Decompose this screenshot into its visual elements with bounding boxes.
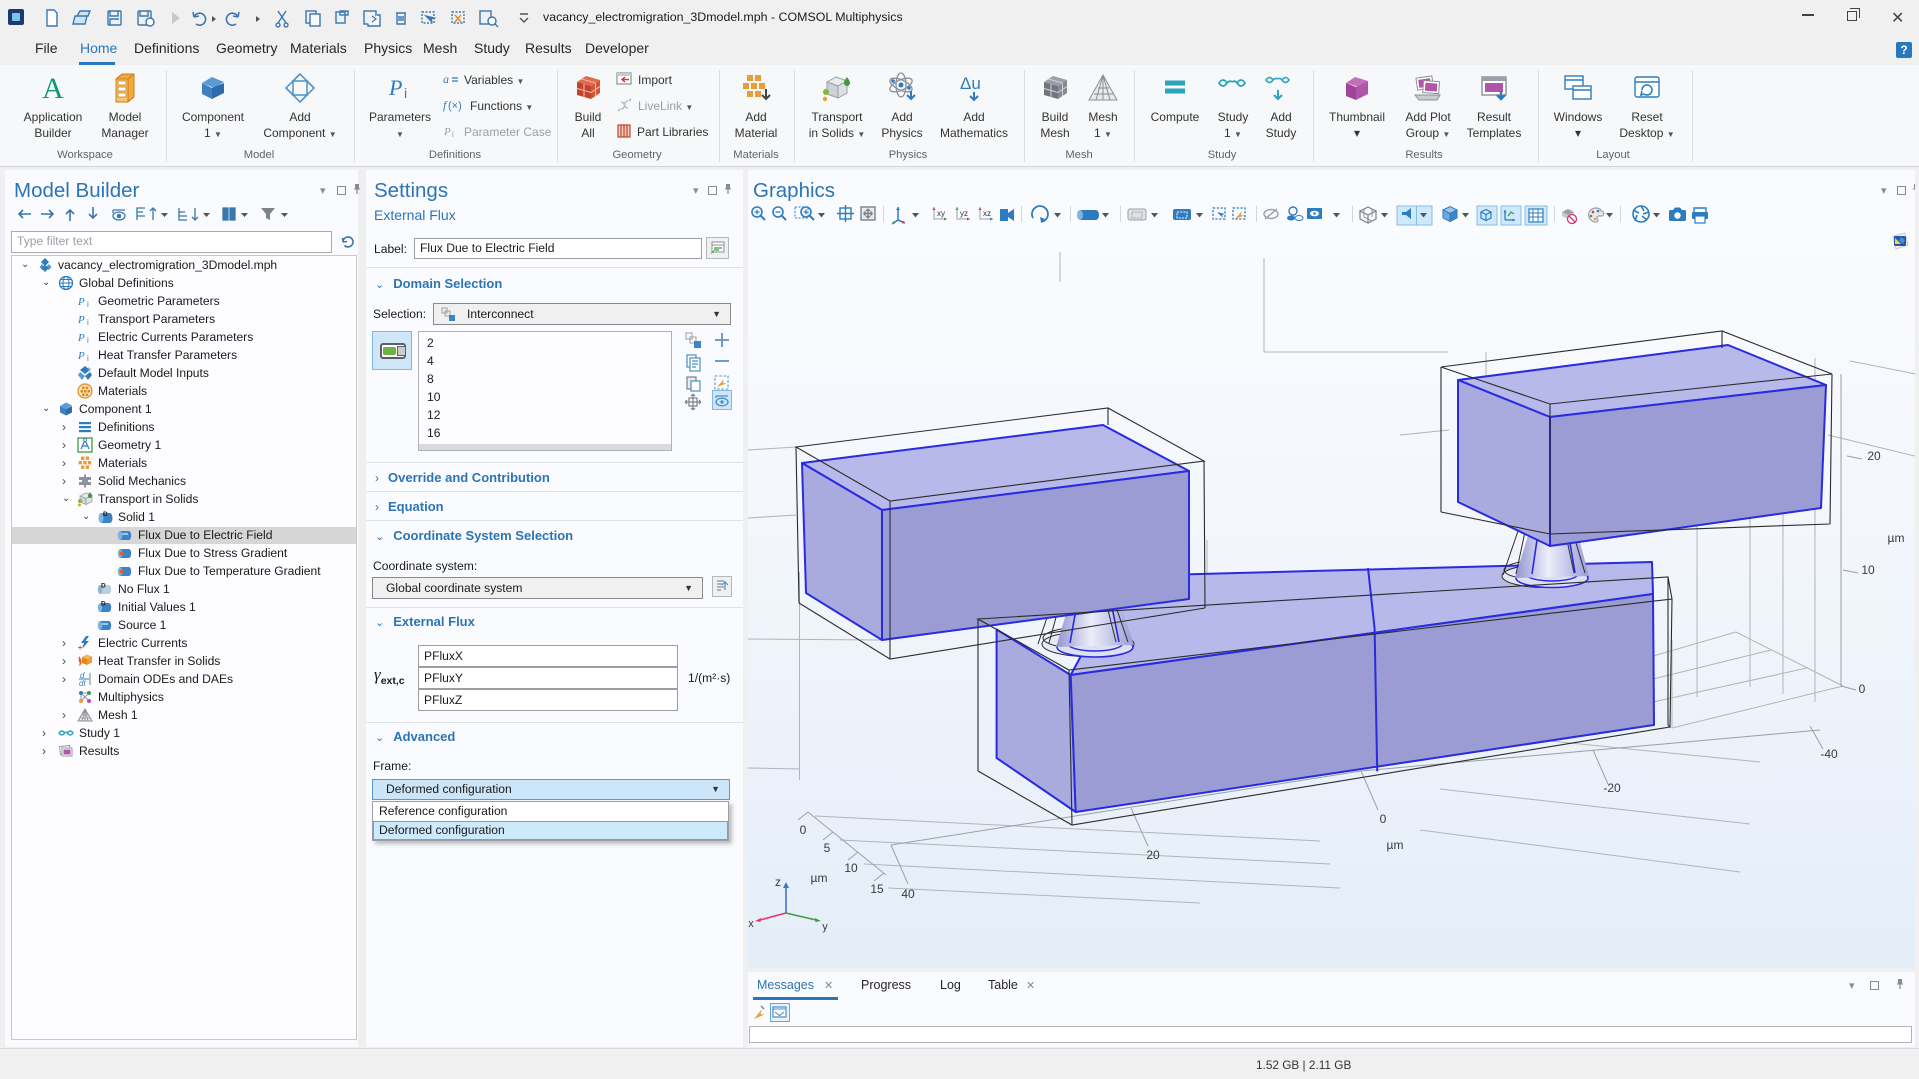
svg-text:µm: µm [1387, 838, 1404, 852]
svg-text:D: D [103, 511, 108, 518]
svg-text:0: 0 [1859, 682, 1866, 696]
svg-text:_: _ [85, 644, 91, 651]
svg-text:dt: dt [79, 679, 86, 687]
svg-text:-40: -40 [1820, 747, 1838, 761]
svg-text:Δu: Δu [960, 74, 981, 93]
svg-text:P: P [77, 314, 85, 326]
svg-text:i: i [87, 354, 89, 363]
svg-text:0: 0 [1380, 812, 1387, 826]
svg-text:-20: -20 [1603, 781, 1621, 795]
svg-text:(×): (×) [448, 100, 462, 112]
svg-text:µm: µm [811, 871, 828, 885]
svg-text:i: i [404, 85, 407, 101]
svg-text:P: P [77, 350, 85, 362]
svg-text:i: i [87, 336, 89, 345]
svg-text:0: 0 [800, 823, 807, 837]
svg-text:µm: µm [1888, 531, 1905, 545]
svg-text:20: 20 [1867, 449, 1881, 463]
svg-text:P: P [77, 296, 85, 308]
svg-text:P: P [77, 332, 85, 344]
svg-text:xy: xy [937, 209, 945, 218]
svg-text:10: 10 [1861, 563, 1875, 577]
svg-text:40: 40 [901, 887, 915, 901]
svg-text:D: D [101, 582, 106, 589]
svg-text:a: a [443, 72, 449, 86]
svg-text:10: 10 [844, 861, 858, 875]
svg-text:15: 15 [870, 882, 884, 896]
svg-text:z: z [775, 875, 781, 889]
svg-text:i: i [452, 130, 454, 139]
svg-text:P: P [388, 75, 402, 100]
svg-text:i: i [87, 300, 89, 309]
svg-text:x: x [748, 918, 754, 930]
svg-text:+: + [78, 645, 82, 651]
svg-text:P: P [443, 126, 451, 138]
svg-text:xz: xz [983, 209, 991, 218]
svg-text:i: i [87, 318, 89, 327]
svg-text:20: 20 [1146, 848, 1160, 862]
svg-text:y: y [822, 921, 828, 933]
svg-text:yz: yz [960, 209, 968, 218]
svg-text:A: A [42, 72, 64, 105]
svg-text:D: D [101, 600, 106, 607]
svg-text:5: 5 [824, 841, 831, 855]
